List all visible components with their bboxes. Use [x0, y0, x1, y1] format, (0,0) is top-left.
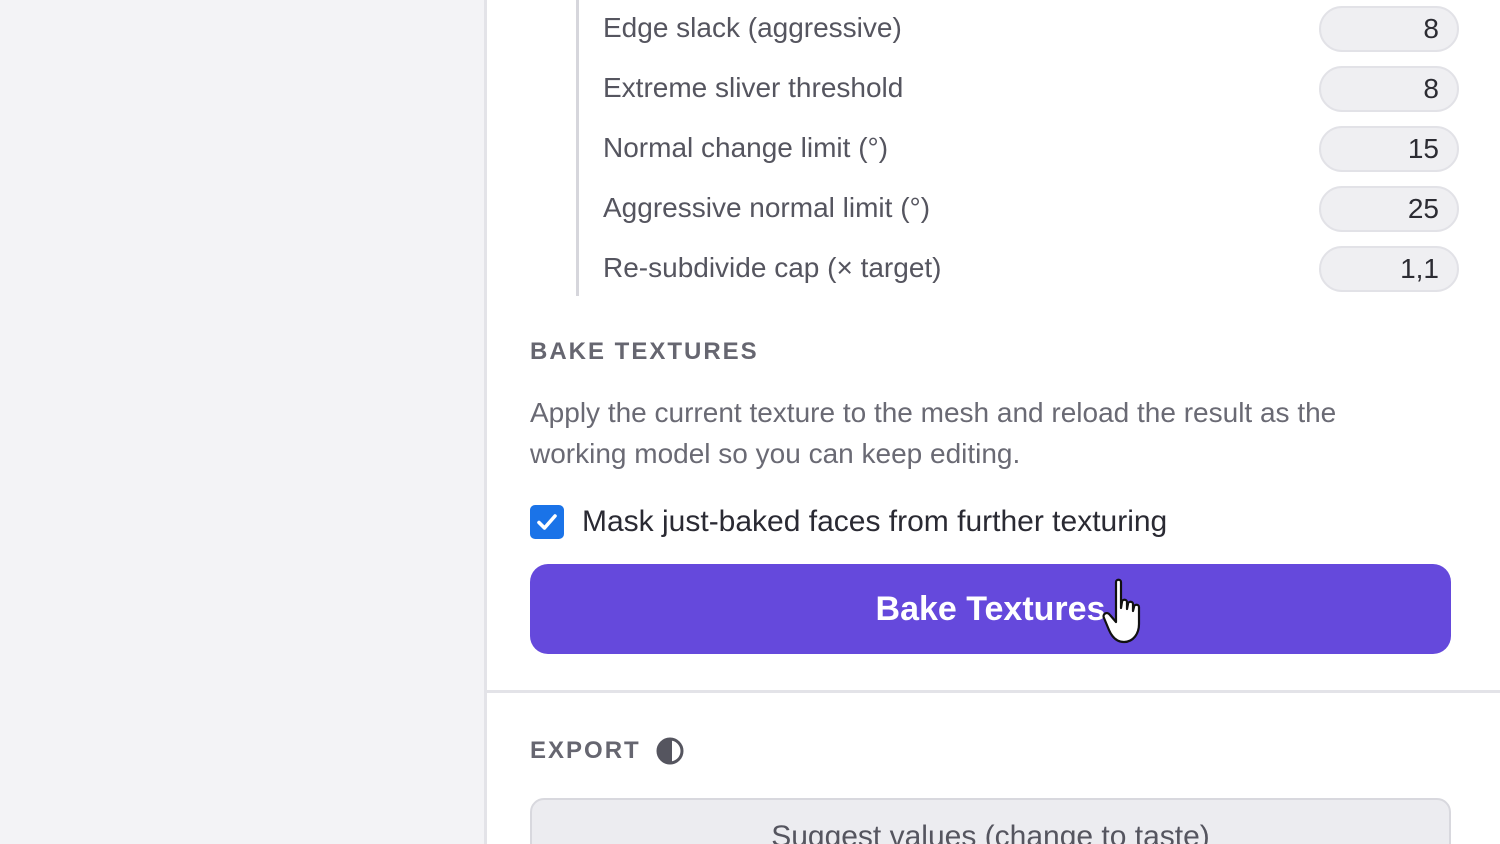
- param-label: Re-subdivide cap (× target): [603, 252, 942, 283]
- export-header: EXPORT: [530, 736, 685, 766]
- sliver-threshold-input[interactable]: [1319, 66, 1459, 112]
- bake-section-title: BAKE TEXTURES: [530, 338, 759, 365]
- param-row-sliver-threshold: Extreme sliver threshold: [579, 60, 1459, 120]
- mask-checkbox[interactable]: [530, 505, 564, 539]
- param-label: Normal change limit (°): [603, 132, 889, 163]
- normal-change-input[interactable]: [1319, 126, 1459, 172]
- resubdivide-cap-input[interactable]: [1319, 246, 1459, 292]
- mask-option[interactable]: Mask just-baked faces from further textu…: [530, 502, 1167, 542]
- param-row-resubdivide-cap: Re-subdivide cap (× target): [579, 240, 1459, 300]
- param-label: Extreme sliver threshold: [603, 72, 904, 103]
- param-row-normal-change: Normal change limit (°): [579, 120, 1459, 180]
- param-row-aggressive-normal: Aggressive normal limit (°): [579, 180, 1459, 240]
- suggest-values-button[interactable]: Suggest values (change to taste): [530, 798, 1451, 844]
- checkmark-icon: [537, 514, 557, 530]
- aggressive-normal-input[interactable]: [1319, 186, 1459, 232]
- bake-description: Apply the current texture to the mesh an…: [530, 397, 1337, 469]
- export-section-title: EXPORT: [530, 737, 641, 764]
- settings-panel: Edge slack (aggressive) Extreme sliver t…: [484, 0, 1500, 844]
- param-row-edge-slack: Edge slack (aggressive): [579, 0, 1459, 60]
- mask-checkbox-label: Mask just-baked faces from further textu…: [582, 505, 1168, 538]
- parameter-group: Edge slack (aggressive) Extreme sliver t…: [576, 0, 1459, 296]
- viewport-background: [0, 0, 484, 844]
- edge-slack-input[interactable]: [1319, 6, 1459, 52]
- section-divider: [487, 690, 1500, 693]
- contrast-toggle-icon[interactable]: [655, 736, 685, 766]
- bake-textures-button[interactable]: Bake Textures: [530, 564, 1451, 654]
- param-label: Aggressive normal limit (°): [603, 192, 931, 223]
- param-label: Edge slack (aggressive): [603, 12, 902, 43]
